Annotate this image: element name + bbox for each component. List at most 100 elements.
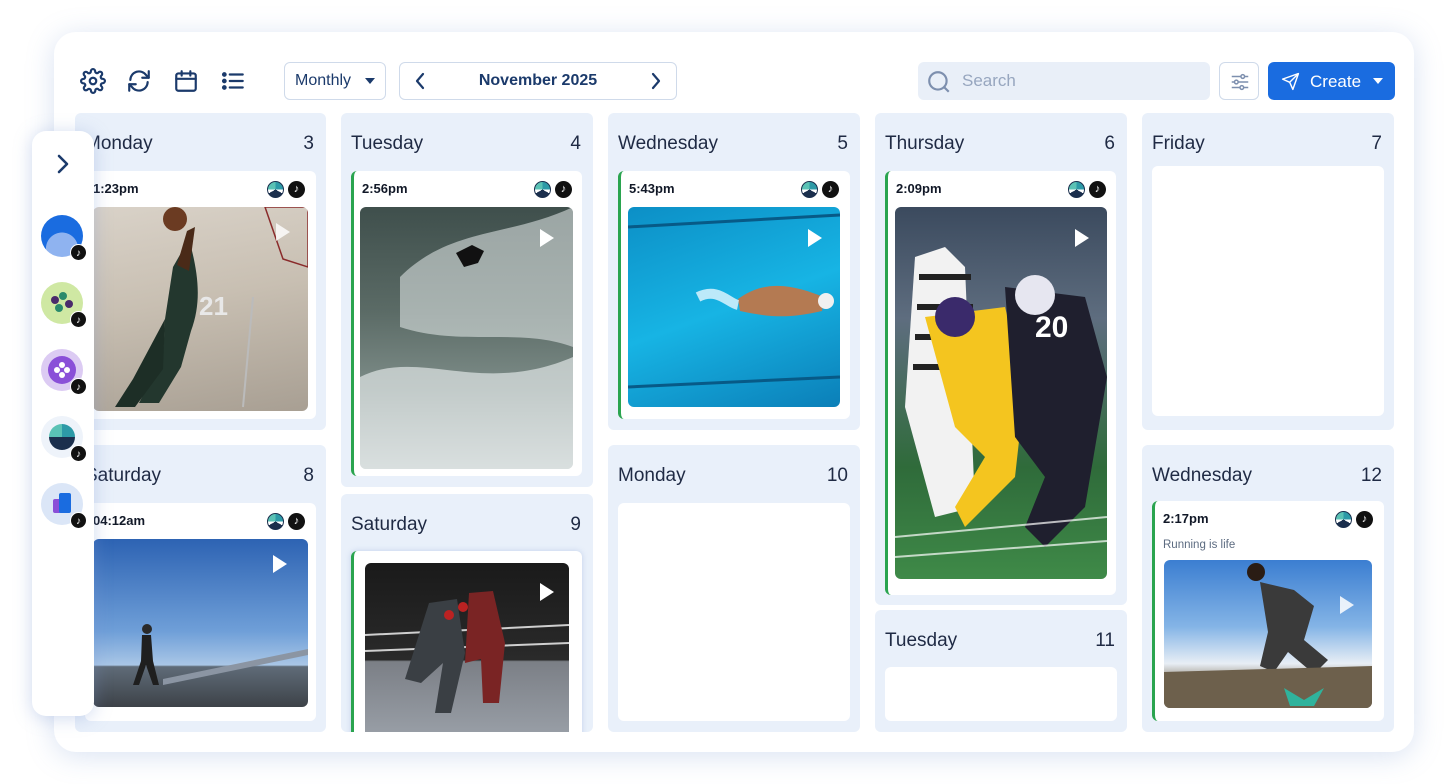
day-name: Wednesday bbox=[618, 133, 718, 154]
brand-icon bbox=[1335, 511, 1352, 528]
search-input[interactable] bbox=[962, 68, 1202, 94]
post-thumbnail[interactable] bbox=[365, 563, 569, 732]
day-cell[interactable]: Monday 3 1:23pm ♪ 21 bbox=[75, 113, 326, 430]
search-box bbox=[918, 62, 1210, 100]
day-name: Friday bbox=[1152, 133, 1205, 154]
day-name: Tuesday bbox=[885, 630, 958, 651]
scheduled-post[interactable]: 5:43pm ♪ bbox=[618, 171, 850, 419]
tiktok-icon: ♪ bbox=[555, 181, 572, 198]
chevron-left-icon[interactable] bbox=[410, 71, 430, 91]
play-icon[interactable] bbox=[276, 223, 290, 241]
day-name: Monday bbox=[618, 465, 686, 486]
post-time: 2:09pm bbox=[896, 181, 942, 196]
calendar-icon[interactable] bbox=[171, 66, 201, 96]
tiktok-icon: ♪ bbox=[822, 181, 839, 198]
tiktok-icon: ♪ bbox=[1089, 181, 1106, 198]
post-thumbnail[interactable]: 20 bbox=[895, 207, 1107, 579]
scheduled-post[interactable]: 1:23pm ♪ 21 bbox=[85, 171, 316, 419]
day-name: Monday bbox=[85, 133, 153, 154]
refresh-icon[interactable] bbox=[124, 66, 154, 96]
day-name: Wednesday bbox=[1152, 465, 1252, 486]
empty-slot[interactable] bbox=[618, 503, 850, 721]
day-cell[interactable]: Tuesday 11 bbox=[875, 610, 1127, 732]
brand-icon bbox=[801, 181, 818, 198]
chevron-right-icon[interactable] bbox=[646, 71, 666, 91]
account-sidebar: ♪ ♪ ♪ ♪ ♪ bbox=[32, 131, 94, 716]
play-icon[interactable] bbox=[1075, 229, 1089, 247]
list-icon[interactable] bbox=[218, 66, 248, 96]
day-cell[interactable]: Wednesday 5 5:43pm ♪ bbox=[608, 113, 860, 430]
brand-icon bbox=[267, 181, 284, 198]
post-time: 1:23pm bbox=[93, 181, 139, 196]
chevron-right-icon[interactable] bbox=[52, 153, 74, 175]
tiktok-icon: ♪ bbox=[288, 513, 305, 530]
day-cell[interactable]: Wednesday 12 2:17pm Running is life ♪ bbox=[1142, 445, 1394, 732]
scheduled-post[interactable]: 2:09pm ♪ 20 bbox=[885, 171, 1116, 595]
account-avatar[interactable]: ♪ bbox=[41, 215, 87, 261]
svg-text:20: 20 bbox=[1035, 311, 1068, 344]
day-name: Thursday bbox=[885, 133, 965, 154]
day-number: 4 bbox=[570, 133, 581, 154]
day-cell[interactable]: Tuesday 4 2:56pm ♪ bbox=[341, 113, 593, 487]
empty-slot[interactable] bbox=[1152, 166, 1384, 416]
day-cell[interactable]: Saturday 8 04:12am ♪ bbox=[75, 445, 326, 732]
scheduled-post[interactable] bbox=[351, 551, 582, 732]
post-thumbnail[interactable] bbox=[628, 207, 840, 407]
tiktok-icon: ♪ bbox=[70, 378, 87, 395]
gear-icon[interactable] bbox=[78, 66, 108, 96]
create-button-label: Create bbox=[1310, 72, 1362, 91]
tiktok-icon: ♪ bbox=[70, 244, 87, 261]
post-time: 2:17pm bbox=[1163, 511, 1209, 526]
day-name: Saturday bbox=[351, 514, 428, 535]
account-avatar[interactable]: ♪ bbox=[41, 483, 87, 529]
month-navigator: November 2025 bbox=[399, 62, 677, 100]
day-number: 6 bbox=[1104, 133, 1115, 154]
post-time: 2:56pm bbox=[362, 181, 408, 196]
account-avatar[interactable]: ♪ bbox=[41, 416, 87, 462]
month-label: November 2025 bbox=[478, 72, 598, 89]
play-icon[interactable] bbox=[273, 555, 287, 573]
day-number: 12 bbox=[1360, 465, 1382, 486]
post-thumbnail[interactable] bbox=[360, 207, 573, 469]
day-cell[interactable]: Friday 7 bbox=[1142, 113, 1394, 430]
account-avatar[interactable]: ♪ bbox=[41, 349, 87, 395]
day-number: 10 bbox=[826, 465, 848, 486]
tiktok-icon: ♪ bbox=[70, 512, 87, 529]
day-name: Tuesday bbox=[351, 133, 424, 154]
create-button[interactable]: Create bbox=[1268, 62, 1395, 100]
search-icon bbox=[928, 71, 950, 93]
brand-icon bbox=[267, 513, 284, 530]
caret-down-icon[interactable] bbox=[1373, 78, 1383, 84]
post-thumbnail[interactable] bbox=[1164, 560, 1372, 708]
caret-down-icon bbox=[365, 78, 375, 84]
view-select[interactable]: Monthly bbox=[284, 62, 386, 100]
day-cell[interactable]: Thursday 6 2:09pm ♪ 20 bbox=[875, 113, 1127, 605]
svg-text:21: 21 bbox=[199, 291, 228, 321]
scheduled-post[interactable]: 2:56pm ♪ bbox=[351, 171, 582, 476]
post-thumbnail[interactable]: 21 bbox=[93, 207, 308, 411]
tiktok-icon: ♪ bbox=[288, 181, 305, 198]
football-image: 20 bbox=[895, 247, 1107, 558]
scheduled-post[interactable]: 04:12am ♪ bbox=[85, 503, 316, 721]
play-icon[interactable] bbox=[540, 229, 554, 247]
scheduled-post[interactable]: 2:17pm Running is life ♪ bbox=[1152, 501, 1384, 721]
post-thumbnail[interactable] bbox=[93, 539, 308, 707]
sliders-icon bbox=[1231, 73, 1249, 91]
day-cell[interactable]: Saturday 9 bbox=[341, 494, 593, 732]
empty-slot[interactable] bbox=[885, 667, 1117, 721]
athlete-image bbox=[1164, 563, 1372, 708]
brand-icon bbox=[534, 181, 551, 198]
post-caption: Running is life bbox=[1163, 539, 1236, 551]
day-number: 9 bbox=[570, 514, 581, 535]
filter-button[interactable] bbox=[1219, 62, 1259, 100]
day-number: 3 bbox=[303, 133, 314, 154]
account-avatar[interactable]: ♪ bbox=[41, 282, 87, 328]
play-icon[interactable] bbox=[1340, 596, 1354, 614]
play-icon[interactable] bbox=[808, 229, 822, 247]
day-cell[interactable]: Monday 10 bbox=[608, 445, 860, 732]
brand-icon bbox=[1068, 181, 1085, 198]
tiktok-icon: ♪ bbox=[1356, 511, 1373, 528]
kickboxing-image bbox=[365, 591, 569, 713]
view-select-label: Monthly bbox=[295, 72, 352, 89]
play-icon[interactable] bbox=[540, 583, 554, 601]
